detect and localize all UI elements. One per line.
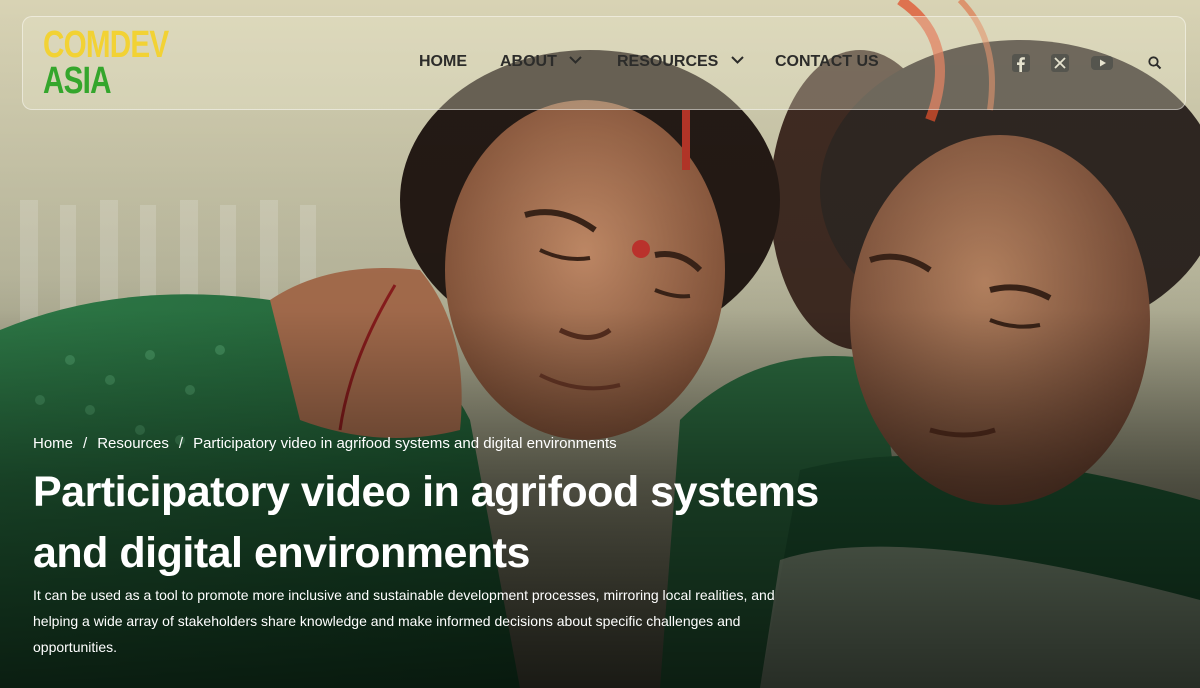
nav-item-label: RESOURCES (617, 53, 719, 70)
chevron-down-icon (731, 51, 744, 69)
nav-item-home[interactable]: HOME (419, 53, 467, 75)
site-header: COMDEV ASIA HOME ABOUT RESOURCES CONTACT… (22, 16, 1186, 110)
youtube-icon[interactable] (1091, 54, 1113, 72)
breadcrumb-separator: / (83, 435, 88, 452)
nav-item-about[interactable]: ABOUT (500, 51, 583, 75)
nav-item-label: HOME (419, 53, 467, 70)
nav-item-contact-us[interactable]: CONTACT US (775, 53, 879, 75)
breadcrumb-home-link[interactable]: Home (33, 435, 73, 452)
nav-item-label: CONTACT US (775, 53, 879, 70)
hero-section: COMDEV ASIA HOME ABOUT RESOURCES CONTACT… (0, 0, 1200, 688)
page-title: Participatory video in agrifood systems … (33, 468, 819, 577)
nav-item-resources[interactable]: RESOURCES (617, 53, 744, 75)
nav-item-label: ABOUT (500, 53, 557, 70)
logo-line-asia: ASIA (43, 60, 111, 102)
page-description: It can be used as a tool to promote more… (33, 587, 775, 655)
breadcrumb: Home / Resources / Participatory video in ag… (33, 435, 617, 452)
breadcrumb-resources-link[interactable]: Resources (97, 435, 169, 452)
search-icon[interactable] (1147, 55, 1163, 71)
facebook-icon[interactable] (1012, 54, 1030, 72)
x-twitter-icon[interactable] (1051, 54, 1069, 72)
chevron-down-icon (569, 51, 583, 69)
breadcrumb-separator: / (178, 435, 184, 452)
site-logo[interactable]: COMDEV ASIA (43, 24, 193, 103)
breadcrumb-current-page: Participatory video in agrifood systems … (193, 435, 617, 452)
logo-line-comdev: COMDEV (43, 24, 169, 66)
